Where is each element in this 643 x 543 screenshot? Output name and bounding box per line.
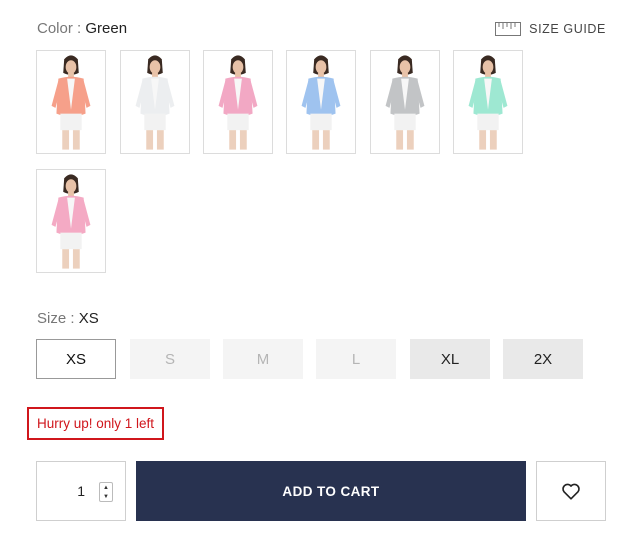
product-thumbnail-image bbox=[204, 51, 272, 153]
swatch-light-pink[interactable] bbox=[36, 169, 106, 273]
heart-icon bbox=[562, 483, 580, 500]
color-label-row: Color : Green bbox=[37, 20, 127, 37]
size-label: Size : bbox=[37, 310, 75, 327]
size-option-l[interactable]: L bbox=[316, 339, 396, 379]
size-option-xl[interactable]: XL bbox=[410, 339, 490, 379]
product-thumbnail-image bbox=[121, 51, 189, 153]
product-thumbnail-image bbox=[37, 51, 105, 153]
stock-notice: Hurry up! only 1 left bbox=[27, 407, 165, 440]
quantity-input[interactable]: 1 bbox=[77, 483, 85, 499]
size-guide-label: SIZE GUIDE bbox=[529, 22, 606, 36]
swatch-grey[interactable] bbox=[370, 50, 440, 154]
product-thumbnail-image bbox=[37, 170, 105, 272]
add-to-cart-button[interactable]: ADD TO CART bbox=[136, 461, 526, 521]
size-option-s[interactable]: S bbox=[130, 339, 210, 379]
swatch-coral[interactable] bbox=[36, 50, 106, 154]
size-guide-link[interactable]: SIZE GUIDE bbox=[495, 22, 606, 36]
product-thumbnail-image bbox=[287, 51, 355, 153]
color-label: Color : bbox=[37, 20, 82, 37]
increment-icon[interactable]: ▲ bbox=[100, 483, 112, 492]
swatch-blue[interactable] bbox=[286, 50, 356, 154]
product-thumbnail-image bbox=[454, 51, 522, 153]
size-value: XS bbox=[78, 310, 99, 327]
product-thumbnail-image bbox=[371, 51, 439, 153]
quantity-stepper[interactable]: 1 ▲ ▼ bbox=[36, 461, 126, 521]
wishlist-button[interactable] bbox=[536, 461, 606, 521]
size-option-xs[interactable]: XS bbox=[36, 339, 116, 379]
size-label-row: Size : XS bbox=[37, 310, 99, 327]
color-value: Green bbox=[85, 20, 128, 37]
swatch-white[interactable] bbox=[120, 50, 190, 154]
size-option-2x[interactable]: 2X bbox=[503, 339, 583, 379]
size-option-m[interactable]: M bbox=[223, 339, 303, 379]
quantity-spinner[interactable]: ▲ ▼ bbox=[99, 482, 113, 502]
decrement-icon[interactable]: ▼ bbox=[100, 492, 112, 501]
swatch-pink[interactable] bbox=[203, 50, 273, 154]
ruler-icon bbox=[495, 22, 522, 36]
swatch-mint[interactable] bbox=[453, 50, 523, 154]
